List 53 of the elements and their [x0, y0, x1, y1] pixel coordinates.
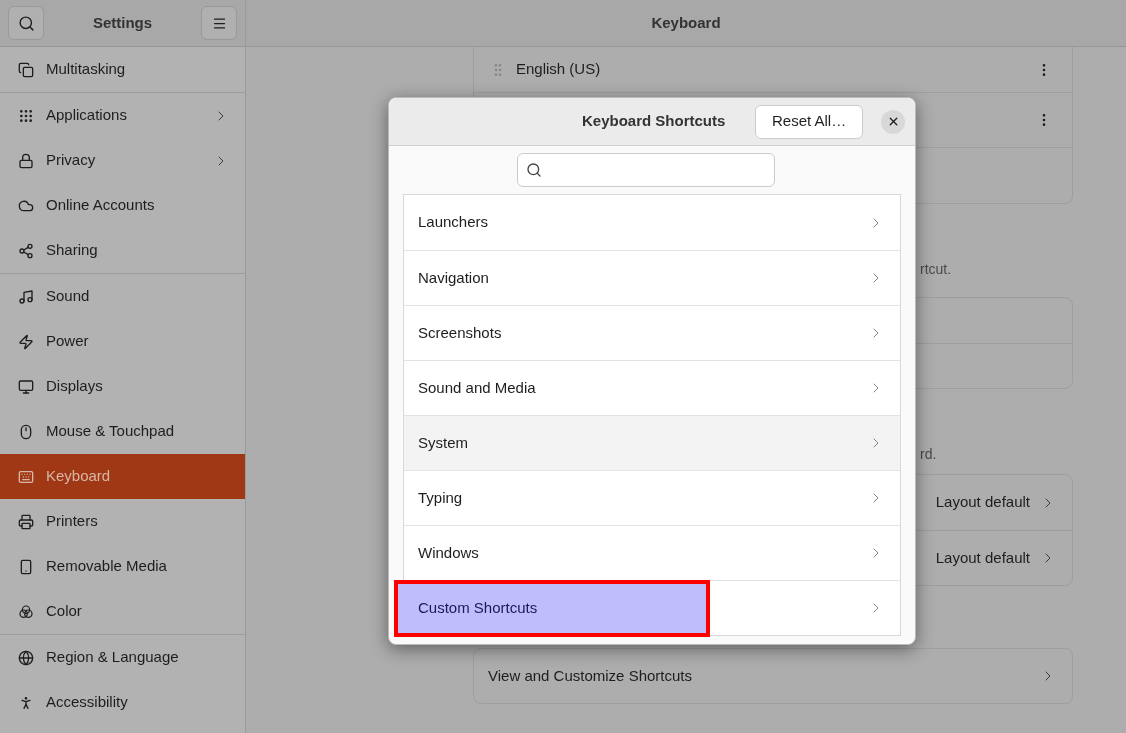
- category-row[interactable]: Launchers: [404, 195, 900, 250]
- category-row[interactable]: Typing: [404, 470, 900, 525]
- description-text: rtcut.: [920, 261, 952, 277]
- globe-icon: [18, 649, 34, 666]
- sidebar-item[interactable]: Mouse & Touchpad: [0, 409, 245, 454]
- input-source-name: English (US): [516, 59, 601, 80]
- sidebar-item[interactable]: Power: [0, 319, 245, 364]
- music-note-icon: [18, 288, 34, 305]
- sidebar-item[interactable]: Sharing: [0, 228, 245, 273]
- sidebar-item[interactable]: Applications: [0, 93, 245, 138]
- sidebar-item[interactable]: Multitasking: [0, 47, 245, 92]
- category-row[interactable]: Custom Shortcuts: [404, 580, 900, 635]
- sidebar-item[interactable]: Privacy: [0, 138, 245, 183]
- close-button[interactable]: [881, 109, 905, 134]
- search-button[interactable]: [8, 6, 44, 40]
- menu-icon: [211, 15, 227, 31]
- layout-value: Layout default: [935, 547, 1030, 568]
- printer-icon: [18, 513, 34, 530]
- search-icon: [17, 14, 35, 32]
- monitor-icon: [18, 378, 34, 395]
- category-row[interactable]: Navigation: [404, 250, 900, 305]
- mouse-icon: [18, 423, 34, 440]
- reset-all-button[interactable]: Reset All…: [755, 104, 864, 139]
- sidebar-title: Settings: [92, 12, 153, 33]
- windows-icon: [18, 61, 34, 78]
- sidebar-item[interactable]: Accessibility: [0, 680, 245, 725]
- menu-button[interactable]: [201, 6, 237, 40]
- sidebar-item[interactable]: Sound: [0, 274, 245, 319]
- share-icon: [18, 242, 34, 259]
- color-circles-icon: [18, 603, 34, 620]
- sidebar-item[interactable]: Online Accounts: [0, 183, 245, 228]
- sidebar-item[interactable]: Color: [0, 589, 245, 634]
- sidebar-item[interactable]: Region & Language: [0, 635, 245, 680]
- shortcuts-row[interactable]: View and Customize Shortcuts: [473, 648, 1073, 704]
- sidebar-item[interactable]: Removable Media: [0, 544, 245, 589]
- window-title: Keyboard: [651, 12, 721, 33]
- search-field[interactable]: [517, 153, 775, 187]
- sidebar-item[interactable]: Keyboard: [0, 454, 245, 499]
- category-row[interactable]: Screenshots: [404, 305, 900, 360]
- person-icon: [18, 694, 34, 711]
- layout-value: Layout default: [935, 492, 1030, 513]
- description-text: rd.: [920, 446, 937, 462]
- drive-icon: [18, 558, 34, 575]
- keyboard-icon: [18, 468, 34, 485]
- lock-icon: [18, 152, 34, 169]
- lightning-icon: [18, 333, 34, 350]
- search-icon: [526, 162, 542, 178]
- sidebar-item[interactable]: Displays: [0, 364, 245, 409]
- category-row[interactable]: System: [404, 415, 900, 470]
- dialog-title: Keyboard Shortcuts: [582, 111, 726, 132]
- sidebar-item[interactable]: Printers: [0, 499, 245, 544]
- input-source-row[interactable]: English (US): [474, 47, 1072, 93]
- grid-icon: [18, 107, 34, 124]
